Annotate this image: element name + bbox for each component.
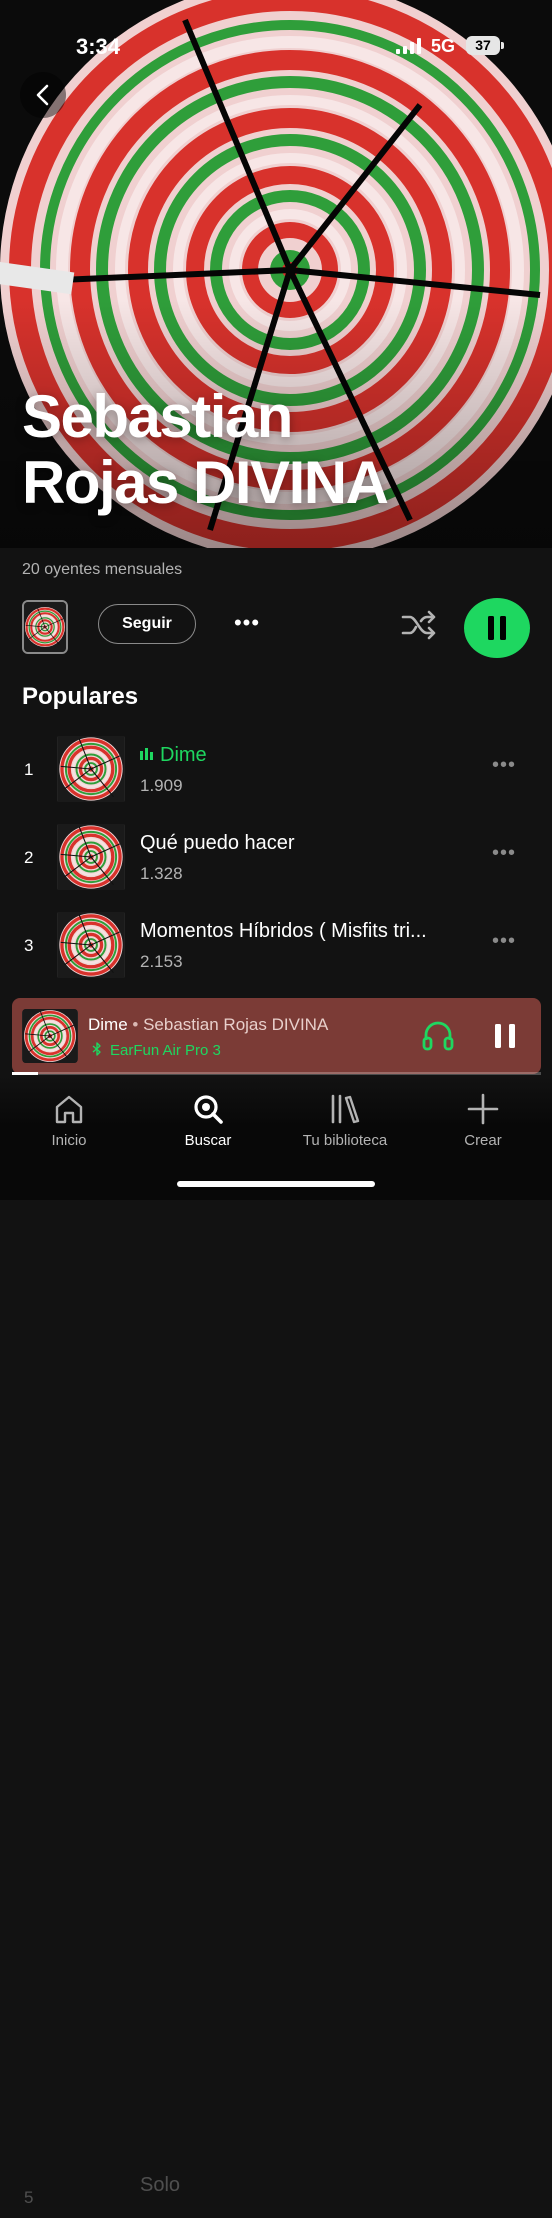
playback-progress-fill: [12, 1072, 39, 1075]
track-number: 1: [24, 760, 34, 779]
now-playing-artist: Sebastian Rojas DIVINA: [143, 1015, 329, 1034]
track-plays: 1.909: [140, 776, 183, 795]
track-plays: 2.153: [140, 952, 183, 971]
status-bar: 3:34 5G 37: [0, 0, 552, 90]
play-pause-button[interactable]: [464, 598, 530, 658]
track-row[interactable]: 2 Qué puedo hacer 1.328 •••: [0, 812, 552, 898]
playback-progress-bar[interactable]: [12, 1072, 541, 1075]
back-button[interactable]: [20, 72, 66, 118]
plus-icon: [467, 1093, 499, 1125]
now-playing-cover: [22, 1009, 78, 1063]
artist-hero-image: 3:34 5G 37 Sebastian Rojas DIVINA: [0, 0, 552, 548]
tab-create[interactable]: Crear: [423, 1092, 543, 1149]
track-title: Dime: [140, 744, 207, 767]
tab-home[interactable]: Inicio: [9, 1092, 129, 1149]
track-row[interactable]: 1 Dime 1.909 •••: [0, 724, 552, 810]
artist-name-line2: Rojas DIVINA: [22, 449, 389, 516]
track-title-text: Dime: [160, 744, 207, 766]
chevron-left-icon: [36, 84, 49, 106]
cellular-signal-icon: [396, 38, 421, 54]
now-playing-equalizer-icon: [140, 748, 153, 760]
lollipop-thumbnail: [24, 602, 66, 652]
track-plays: 1.328: [140, 864, 183, 883]
library-icon: [331, 1094, 360, 1124]
track-cover: [57, 912, 125, 978]
track-title: Momentos Híbridos ( Misfits tri...: [140, 920, 427, 942]
tab-library[interactable]: Tu biblioteca: [285, 1092, 405, 1149]
monthly-listeners: 20 oyentes mensuales: [22, 561, 183, 578]
tab-library-label: Tu biblioteca: [302, 1132, 388, 1149]
devices-button[interactable]: [421, 1018, 455, 1052]
shuffle-button[interactable]: [400, 608, 438, 642]
track-row[interactable]: 3 Momentos Híbridos ( Misfits tri... 2.1…: [0, 900, 552, 986]
lollipop-thumbnail: [22, 1009, 78, 1063]
follow-button[interactable]: Seguir: [98, 604, 196, 644]
home-icon: [55, 1095, 83, 1124]
now-playing-song: Dime: [88, 1015, 128, 1034]
battery-icon: 37: [466, 36, 504, 55]
ghost-track-title: Solo: [140, 2174, 181, 2196]
connected-device[interactable]: EarFun Air Pro 3: [92, 1042, 221, 1059]
pause-icon: [488, 616, 506, 640]
popular-section-title: Populares: [22, 683, 139, 710]
track-number: 3: [24, 936, 34, 955]
bluetooth-icon: [92, 1042, 101, 1056]
tab-search[interactable]: Buscar: [148, 1092, 268, 1149]
tab-create-label: Crear: [464, 1132, 502, 1149]
artist-controls: Seguir •••: [0, 598, 552, 658]
now-playing-separator: •: [127, 1015, 144, 1034]
track-more-button[interactable]: •••: [492, 755, 516, 775]
track-cover: [57, 824, 125, 890]
lollipop-thumbnail: [57, 736, 125, 802]
now-playing-bar[interactable]: Dime • Sebastian Rojas DIVINA EarFun Air…: [12, 998, 541, 1074]
bottom-tab-bar: 5 Solo Inicio Buscar Tu biblioteca Crear: [0, 1076, 552, 2207]
tab-search-label: Buscar: [184, 1132, 232, 1149]
artist-name: Sebastian Rojas DIVINA: [22, 384, 522, 516]
track-more-button[interactable]: •••: [492, 843, 516, 863]
track-number: 2: [24, 848, 34, 867]
artist-name-line1: Sebastian: [22, 383, 293, 450]
search-icon: [194, 1095, 223, 1124]
headphones-icon: [422, 1021, 454, 1051]
now-playing-pause-button[interactable]: [490, 1020, 520, 1052]
track-title: Qué puedo hacer: [140, 832, 295, 854]
more-options-button[interactable]: •••: [228, 606, 266, 644]
network-type: 5G: [431, 36, 456, 56]
ghost-track-number: 5: [24, 2188, 34, 2207]
track-cover: [57, 736, 125, 802]
shuffle-icon: [401, 610, 436, 640]
ghost-track-row: 5 Solo: [0, 2158, 552, 2218]
pause-icon: [495, 1024, 515, 1048]
lollipop-thumbnail: [57, 912, 125, 978]
now-playing-title: Dime • Sebastian Rojas DIVINA: [88, 1015, 328, 1035]
tab-home-label: Inicio: [51, 1132, 87, 1149]
artist-preview-thumbnail[interactable]: [22, 600, 68, 654]
track-more-button[interactable]: •••: [492, 931, 516, 951]
status-time: 3:34: [76, 34, 121, 59]
lollipop-thumbnail: [57, 824, 125, 890]
home-indicator: [177, 1181, 375, 1187]
connected-device-name: EarFun Air Pro 3: [110, 1042, 221, 1059]
